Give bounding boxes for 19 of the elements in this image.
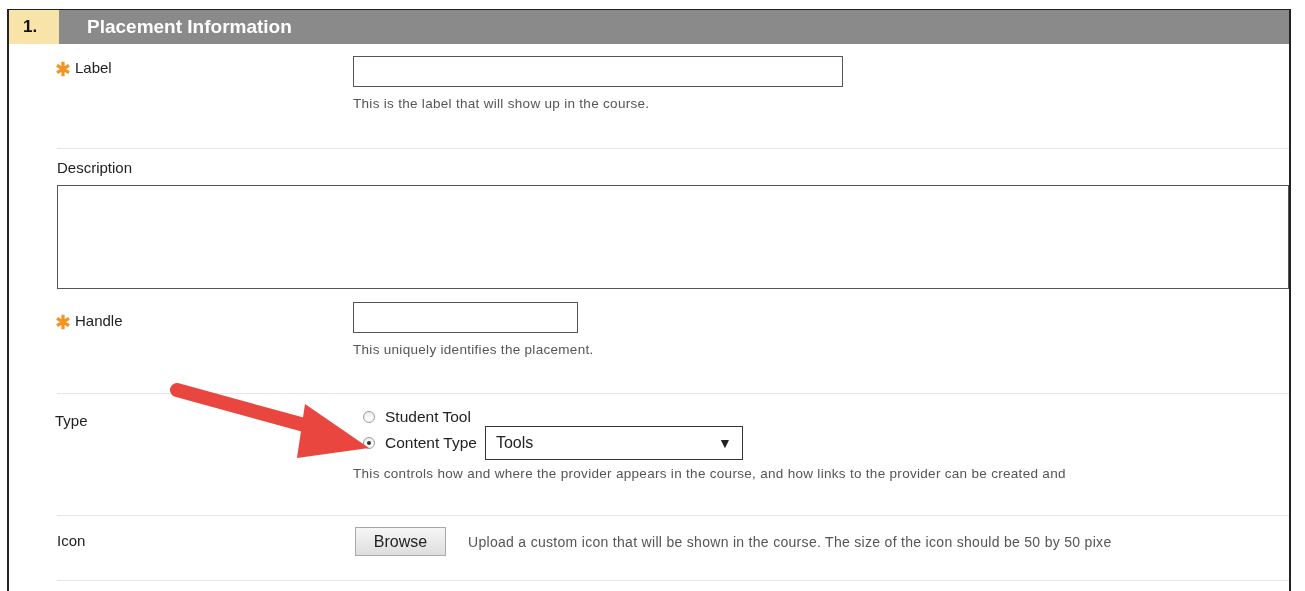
radio-label[interactable]: Content Type [385,434,477,452]
section-title: Placement Information [87,16,292,38]
text-field[interactable] [353,302,578,333]
section-number: 1. [9,10,59,44]
hint-text: Upload a custom icon that will be shown in the course. The size of the icon should be 50 by 50 pixe [468,533,1112,550]
hint-text: This is the label that will show up in the course. [353,96,651,111]
type-dropdown[interactable]: Tools ▼ [484,426,743,460]
field-label: Type [55,412,88,429]
browse-button[interactable]: Browse [355,527,446,556]
field-label: Description [57,159,133,176]
field-label: Label [75,59,112,76]
radio-label[interactable]: Student Tool [385,408,471,426]
hint-text: This controls how and where the provider appears in the course, and how links to the provider can be created and [353,466,1067,481]
description-field[interactable] [57,185,1289,289]
text-field[interactable] [353,56,843,87]
field-label: Icon [57,532,86,549]
radio-button[interactable] [363,411,375,423]
hint-text: This uniquely identifies the placement. [353,342,595,357]
field-label: Handle [75,312,123,329]
